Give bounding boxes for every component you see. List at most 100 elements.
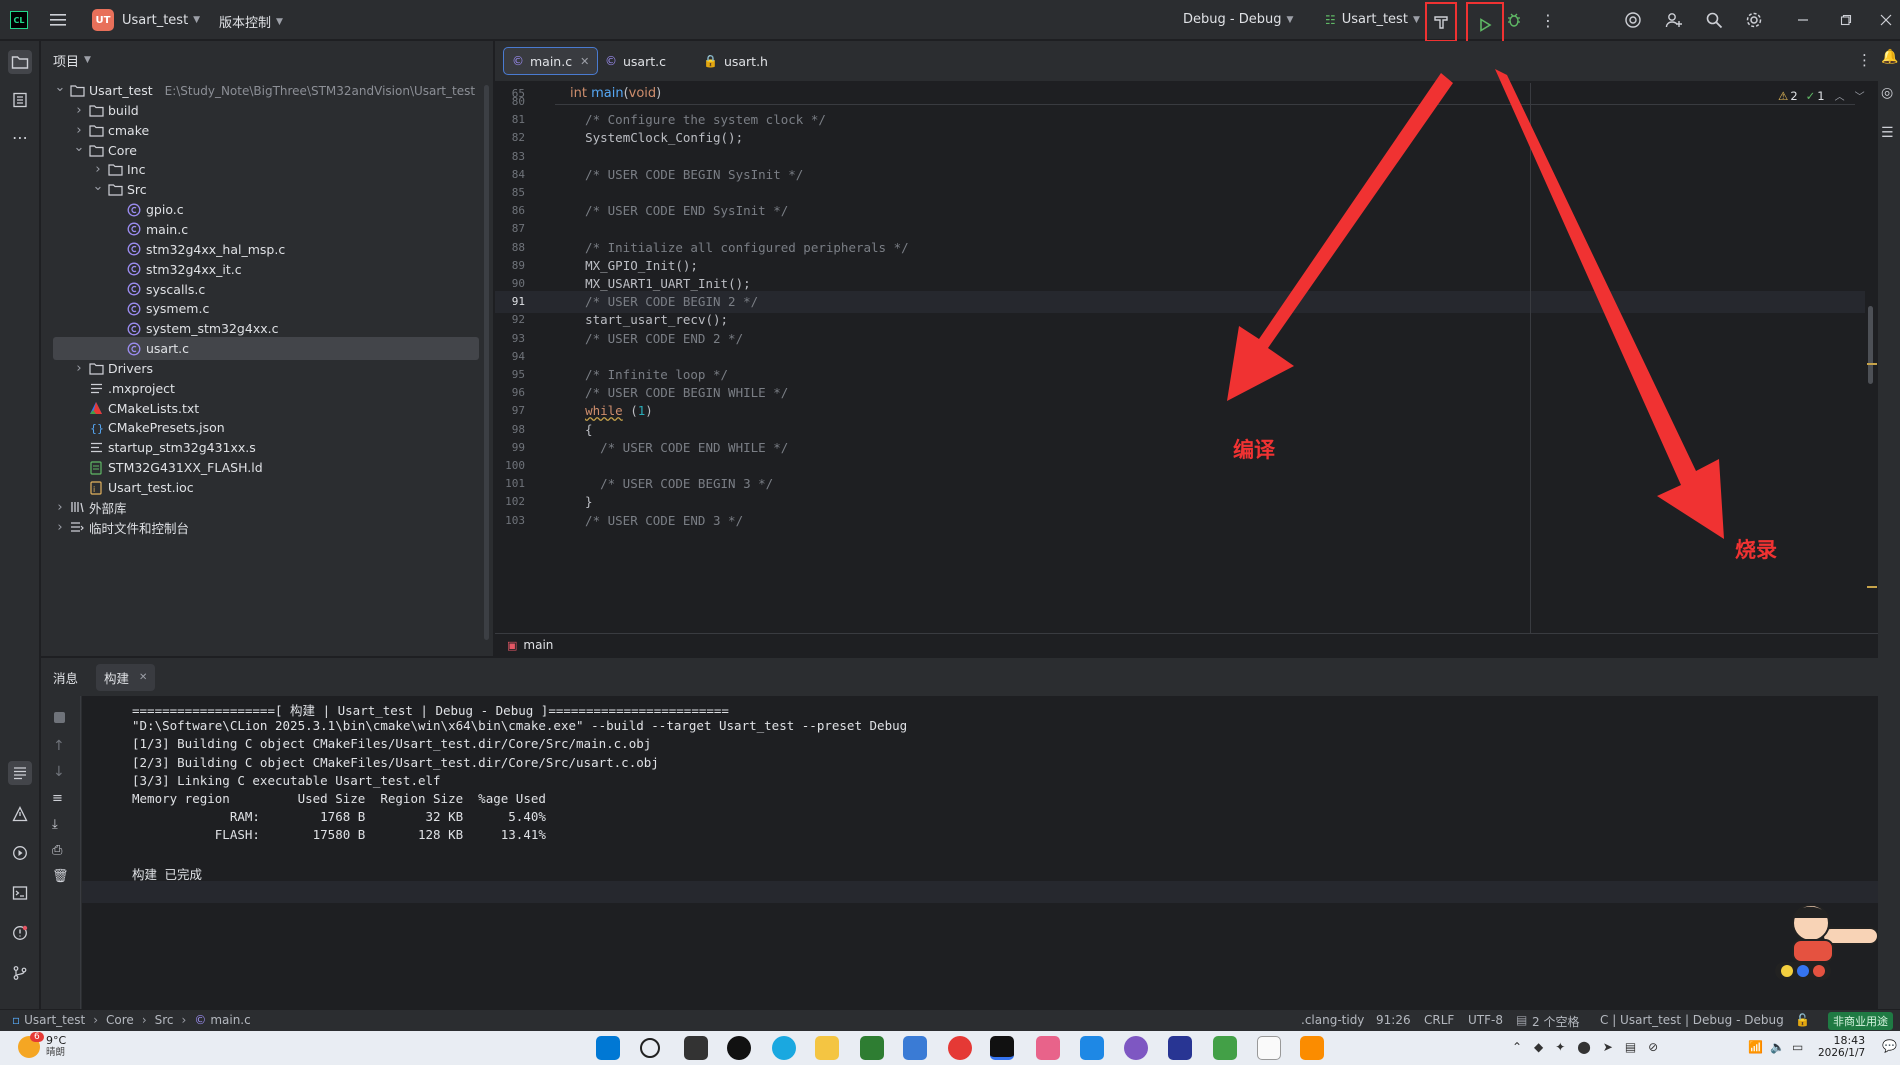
- more-actions-icon[interactable]: ⋮: [1538, 10, 1558, 30]
- add-user-icon[interactable]: [1663, 9, 1685, 31]
- notification-icon[interactable]: 💬: [1882, 1039, 1897, 1053]
- vcs-label: 版本控制: [219, 16, 272, 31]
- app-icon-9[interactable]: [1300, 1036, 1324, 1060]
- trash-icon[interactable]: 🗑: [52, 869, 69, 884]
- license-badge[interactable]: 非商业用途: [1828, 1012, 1893, 1030]
- windows-taskbar: 6 9°C 晴朗 ⌃◆✦⬤➤▤⊘ 📶 🔈 ▭ 18:43 2026/1/7 💬: [0, 1031, 1900, 1065]
- tree-item[interactable]: › 临时文件和控制台: [53, 516, 479, 539]
- cursor-position[interactable]: 91:26: [1376, 1013, 1411, 1027]
- project-tool-button[interactable]: [8, 50, 32, 74]
- tree-item-label: CMakePresets.json: [108, 420, 225, 436]
- vcs-menu[interactable]: 版本控制 ▼: [219, 12, 283, 31]
- scroll-to-end-icon[interactable]: ⤓: [52, 817, 58, 832]
- terminal-tool-button[interactable]: [8, 881, 32, 905]
- chevron-down-icon[interactable]: ⌄: [53, 80, 67, 95]
- app-icon-6[interactable]: [1168, 1036, 1192, 1060]
- app-icon-1[interactable]: [727, 1036, 751, 1060]
- console-line: Memory region Used Size Region Size %age…: [132, 791, 546, 806]
- soft-wrap-icon[interactable]: ≡: [52, 791, 63, 806]
- tree-item-label: syscalls.c: [146, 281, 206, 297]
- project-scrollbar[interactable]: [484, 85, 489, 640]
- project-panel-header[interactable]: 项目 ▼: [41, 41, 493, 79]
- chrome-icon[interactable]: [948, 1036, 972, 1060]
- chevron-right-icon[interactable]: ›: [53, 520, 67, 535]
- file-explorer-icon[interactable]: [815, 1036, 839, 1060]
- ai-chat-icon[interactable]: ◎: [1881, 85, 1893, 101]
- json-icon: {}: [88, 421, 104, 435]
- ai-assistant-icon[interactable]: [1622, 9, 1644, 31]
- project-name: Usart_test: [122, 12, 189, 28]
- linter-status[interactable]: .clang-tidy: [1301, 1013, 1364, 1027]
- gear-icon[interactable]: [1743, 9, 1765, 31]
- minimize-button[interactable]: [1793, 10, 1813, 30]
- chevron-right-icon[interactable]: ›: [91, 162, 105, 177]
- git-tool-button[interactable]: [8, 961, 32, 985]
- problems-tool-button[interactable]: [8, 802, 32, 826]
- chevron-down-icon[interactable]: ⌄: [91, 179, 105, 194]
- line-ending[interactable]: CRLF: [1424, 1013, 1454, 1027]
- notifications-problems-button[interactable]: [8, 921, 32, 945]
- project-switcher[interactable]: UT Usart_test ▼: [92, 9, 200, 31]
- app-icon-4[interactable]: [1080, 1036, 1104, 1060]
- run-config-selector[interactable]: Debug - Debug ▼: [1183, 12, 1293, 27]
- close-icon[interactable]: ✕: [139, 672, 147, 683]
- restore-button[interactable]: [1836, 10, 1856, 30]
- build-button[interactable]: [1425, 2, 1457, 42]
- debug-button[interactable]: [1504, 10, 1524, 30]
- bell-icon[interactable]: 🔔: [1881, 49, 1898, 65]
- search-icon[interactable]: [640, 1038, 660, 1058]
- services-tool-button[interactable]: [8, 841, 32, 865]
- breadcrumb-item[interactable]: main.c: [210, 1013, 250, 1027]
- weather-widget[interactable]: 6 9°C 晴朗: [18, 1032, 66, 1059]
- run-target-selector[interactable]: ☷ Usart_test ▼: [1325, 12, 1420, 27]
- indent-setting[interactable]: 2 个空格: [1532, 1013, 1579, 1030]
- search-icon[interactable]: [1703, 9, 1725, 31]
- terminal-icon: [12, 886, 28, 900]
- status-breadcrumb[interactable]: ▫ Usart_test › Core › Src › © main.c: [12, 1013, 251, 1027]
- clock[interactable]: 18:43 2026/1/7: [1818, 1034, 1865, 1060]
- app-icon-2[interactable]: [860, 1036, 884, 1060]
- edge-icon[interactable]: [772, 1036, 796, 1060]
- tree-item-label: STM32G431XX_FLASH.ld: [108, 460, 263, 476]
- arrow-up-icon[interactable]: ↑: [53, 738, 65, 754]
- structure-tool-button[interactable]: [8, 88, 32, 112]
- chevron-right-icon[interactable]: ›: [72, 103, 86, 118]
- c-file-icon: [126, 342, 142, 356]
- c-file-icon: [126, 262, 142, 276]
- editor-breadcrumb[interactable]: ▣ main: [495, 633, 1878, 656]
- app-icon-8[interactable]: [1257, 1036, 1281, 1060]
- folder-icon: [69, 84, 85, 98]
- clion-taskbar-icon[interactable]: [990, 1036, 1014, 1060]
- breadcrumb-item[interactable]: Src: [155, 1013, 174, 1027]
- chevron-right-icon[interactable]: ›: [72, 123, 86, 138]
- language-context[interactable]: C | Usart_test | Debug - Debug: [1600, 1013, 1784, 1027]
- arrow-down-icon[interactable]: ↓: [53, 764, 65, 780]
- database-icon[interactable]: ☰: [1881, 125, 1894, 141]
- file-encoding[interactable]: UTF-8: [1468, 1013, 1503, 1027]
- close-button[interactable]: [1876, 10, 1896, 30]
- build-tab[interactable]: 构建 ✕: [96, 663, 156, 691]
- stm32cubemx-icon[interactable]: [903, 1036, 927, 1060]
- chevron-right-icon[interactable]: ›: [72, 361, 86, 376]
- more-tools-icon[interactable]: ⋯: [8, 125, 32, 149]
- stop-icon[interactable]: [54, 712, 65, 723]
- build-console[interactable]: ===================[ 构建 | Usart_test | D…: [82, 696, 1878, 1010]
- breadcrumb-item[interactable]: Core: [106, 1013, 134, 1027]
- app-icon-3[interactable]: [1036, 1036, 1060, 1060]
- volume-icon[interactable]: 🔈: [1770, 1040, 1785, 1054]
- task-view-icon[interactable]: [684, 1036, 708, 1060]
- chevron-right-icon[interactable]: ›: [53, 500, 67, 515]
- system-tray[interactable]: ⌃◆✦⬤➤▤⊘: [1512, 1040, 1670, 1054]
- tree-item-label: stm32g4xx_hal_msp.c: [146, 241, 286, 257]
- print-icon[interactable]: ⎙: [52, 843, 62, 858]
- lock-icon[interactable]: 🔓: [1795, 1013, 1810, 1027]
- breadcrumb-item[interactable]: Usart_test: [24, 1013, 85, 1027]
- start-icon[interactable]: [596, 1036, 620, 1060]
- app-icon-7[interactable]: [1213, 1036, 1237, 1060]
- network-icon[interactable]: 📶: [1748, 1040, 1763, 1054]
- battery-icon[interactable]: ▭: [1792, 1040, 1803, 1054]
- messages-tool-button[interactable]: [8, 761, 32, 785]
- main-menu-button[interactable]: [48, 10, 68, 30]
- chevron-down-icon[interactable]: ⌄: [72, 140, 86, 155]
- app-icon-5[interactable]: [1124, 1036, 1148, 1060]
